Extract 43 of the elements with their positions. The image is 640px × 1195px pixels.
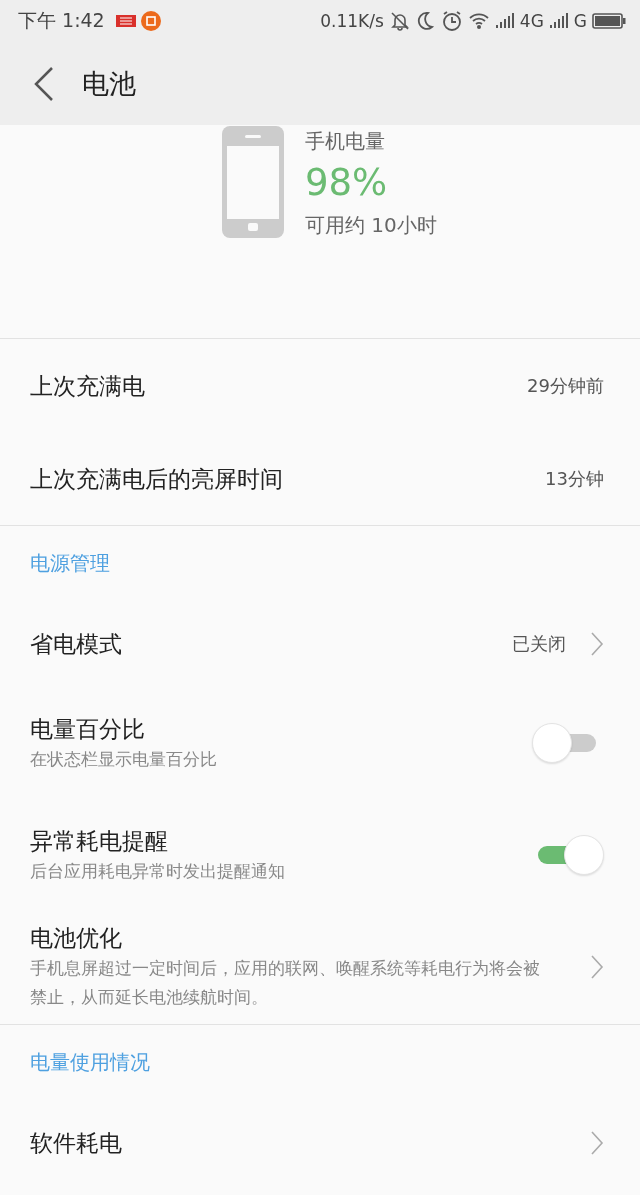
row-label: 异常耗电提醒 xyxy=(30,826,169,856)
battery-label: 手机电量 xyxy=(305,128,386,155)
section-header: 电源管理 xyxy=(29,549,111,577)
toggle-row[interactable]: 异常耗电提醒 后台应用耗电异常时发出提醒通知 xyxy=(0,800,640,912)
app-notification-icon xyxy=(140,11,161,31)
settings-row[interactable]: 上次充满电 29分钟前 xyxy=(0,339,640,432)
settings-row[interactable]: 上次充满电后的亮屏时间 13分钟 xyxy=(0,432,640,525)
row-label: 省电模式 xyxy=(30,630,123,659)
settings-row[interactable]: 电池优化 手机息屏超过一定时间后，应用的联网、唤醒系统等耗电行为将会被禁止，从而延长电池续航时间。 xyxy=(0,912,640,1024)
row-value: 13分钟 xyxy=(545,466,604,491)
status-time: 下午 1:42 xyxy=(18,8,105,33)
page-title: 电池 xyxy=(82,66,136,101)
row-label: 电量百分比 xyxy=(30,714,146,744)
row-description: 手机息屏超过一定时间后，应用的联网、唤醒系统等耗电行为将会被禁止，从而延长电池续航时间。 xyxy=(30,957,541,1009)
network-type: G xyxy=(573,11,587,31)
settings-row[interactable]: 省电模式 已关闭 xyxy=(0,600,640,688)
wifi-icon xyxy=(467,11,490,31)
remaining-time: 可用约 10小时 xyxy=(305,212,437,239)
chevron-right-icon xyxy=(590,631,604,657)
row-label: 软件耗电 xyxy=(30,1129,123,1158)
mute-icon xyxy=(388,10,411,32)
battery-percentage: 98% xyxy=(305,160,389,206)
row-value: 29分钟前 xyxy=(527,373,604,398)
alarm-icon xyxy=(440,10,463,32)
toggle-row[interactable]: 电量百分比 在状态栏显示电量百分比 xyxy=(0,688,640,800)
moon-icon xyxy=(415,10,436,32)
row-label: 电池优化 xyxy=(30,924,123,953)
chevron-right-icon xyxy=(590,954,604,980)
network-speed: 0.11K/s xyxy=(320,11,384,31)
news-app-icon xyxy=(115,15,136,27)
back-icon[interactable] xyxy=(32,65,56,102)
network-type: 4G xyxy=(519,11,544,31)
battery-icon xyxy=(592,13,626,29)
chevron-right-icon xyxy=(590,1130,604,1156)
row-description: 后台应用耗电异常时发出提醒通知 xyxy=(30,859,286,883)
signal-icon xyxy=(548,12,569,30)
section-header: 电量使用情况 xyxy=(29,1048,151,1076)
row-label: 上次充满电 xyxy=(30,371,146,401)
settings-row[interactable]: 软件耗电 xyxy=(0,1099,640,1187)
row-value: 已关闭 xyxy=(512,632,566,656)
row-label: 上次充满电后的亮屏时间 xyxy=(30,464,284,494)
row-description: 在状态栏显示电量百分比 xyxy=(30,747,218,771)
signal-icon xyxy=(494,12,515,30)
